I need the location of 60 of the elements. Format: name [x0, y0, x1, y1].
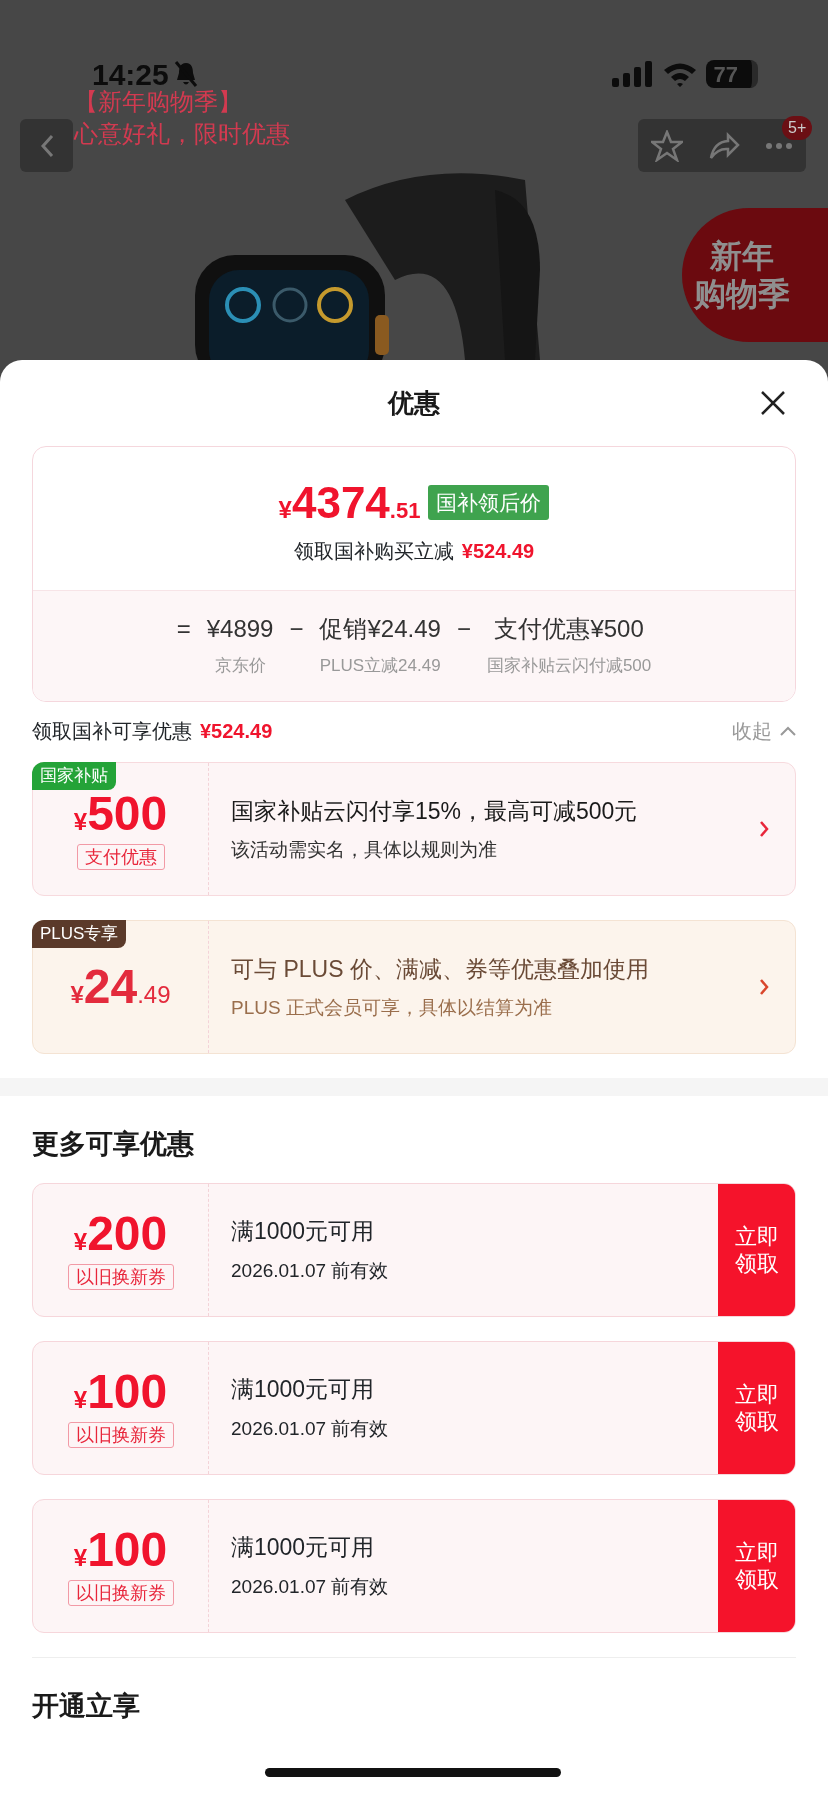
coupon-condition: 满1000元可用 — [231, 1375, 376, 1404]
price-component-caption: PLUS立减24.49 — [319, 655, 441, 677]
operator-symbol: = — [176, 614, 191, 644]
banner-text: 购物季 — [694, 275, 790, 313]
offer-title: 国家补贴云闪付享15%，最高可减500元 — [231, 796, 639, 826]
back-button[interactable] — [20, 119, 73, 172]
chevron-left-icon — [39, 133, 54, 158]
subsidy-total: ¥524.49 — [200, 719, 273, 744]
section-title: 更多可享优惠 — [31, 1128, 195, 1161]
offer-card[interactable]: 国家补贴 ¥500 支付优惠 国家补贴云闪付享15%，最高可减500元 该活动需实名，具体以规则为准 — [32, 762, 796, 896]
close-icon[interactable] — [760, 390, 786, 416]
collapse-toggle[interactable]: 收起 — [732, 716, 796, 746]
coupon-condition: 满1000元可用 — [231, 1533, 376, 1562]
offer-subtitle: 该活动需实名，具体以规则为准 — [231, 838, 498, 862]
offer-title: 可与 PLUS 价、满减、券等优惠叠加使用 — [231, 954, 650, 984]
coupon-type-label: 以旧换新券 — [67, 1264, 174, 1290]
section-title: 开通立享 — [31, 1689, 141, 1723]
coupon-validity: 2026.01.07 前有效 — [231, 1258, 390, 1283]
offer-type-label: 支付优惠 — [76, 843, 165, 870]
share-icon[interactable] — [708, 131, 740, 160]
claim-button[interactable]: 立即领取 — [718, 1499, 795, 1632]
battery-icon: 77 — [705, 60, 758, 88]
more-icon[interactable] — [765, 141, 794, 150]
bell-off-icon — [172, 60, 199, 88]
offer-subtitle: PLUS 正式会员可享，具体以结算为准 — [231, 996, 553, 1020]
price-tag: 国补领后价 — [428, 484, 550, 520]
signal-icon — [611, 61, 654, 87]
sheet-title: 优惠 — [388, 386, 440, 420]
offer-tag: 国家补贴 — [32, 762, 116, 790]
price-component: ¥4899 — [206, 614, 274, 644]
offer-amount: ¥500 — [73, 788, 168, 840]
claim-button[interactable]: 立即领取 — [718, 1341, 795, 1474]
coupon-amount: ¥100 — [73, 1525, 168, 1576]
message-count-badge: 5+ — [782, 116, 813, 140]
coupon-type-label: 以旧换新券 — [67, 1580, 174, 1606]
saving-label: 领取国补购买立减 — [293, 539, 454, 564]
coupon-condition: 满1000元可用 — [231, 1217, 376, 1246]
final-price: ¥4374.51 — [278, 481, 421, 528]
promo-text: 心意好礼，限时优惠 — [74, 119, 290, 149]
coupon-amount: ¥100 — [73, 1367, 168, 1418]
star-icon[interactable] — [650, 129, 683, 162]
price-component: 支付优惠¥500 — [494, 614, 644, 644]
coupon-type-label: 以旧换新券 — [67, 1422, 174, 1448]
banner-text: 新年 — [710, 237, 774, 275]
claim-button[interactable]: 立即领取 — [718, 1183, 795, 1316]
price-component-caption: 国家补贴云闪付减500 — [486, 655, 652, 677]
operator-symbol: − — [456, 614, 471, 644]
offer-tag: PLUS专享 — [32, 920, 127, 948]
offer-amount: ¥24.49 — [70, 961, 171, 1013]
price-component: 促销¥24.49 — [319, 614, 441, 644]
price-component-caption: 京东价 — [214, 655, 266, 677]
saving-amount: ¥524.49 — [461, 539, 535, 564]
offer-card[interactable]: PLUS专享 ¥24.49 可与 PLUS 价、满减、券等优惠叠加使用 PLUS 正式会员可享，具体以结算为准 — [32, 920, 796, 1054]
operator-symbol: − — [289, 614, 304, 644]
coupon-validity: 2026.01.07 前有效 — [231, 1574, 390, 1599]
section-label: 领取国补可享优惠 — [32, 719, 192, 744]
chevron-right-icon — [759, 820, 769, 838]
coupon-amount: ¥200 — [73, 1209, 168, 1260]
chevron-right-icon — [759, 978, 769, 996]
coupon-validity: 2026.01.07 前有效 — [231, 1416, 390, 1441]
